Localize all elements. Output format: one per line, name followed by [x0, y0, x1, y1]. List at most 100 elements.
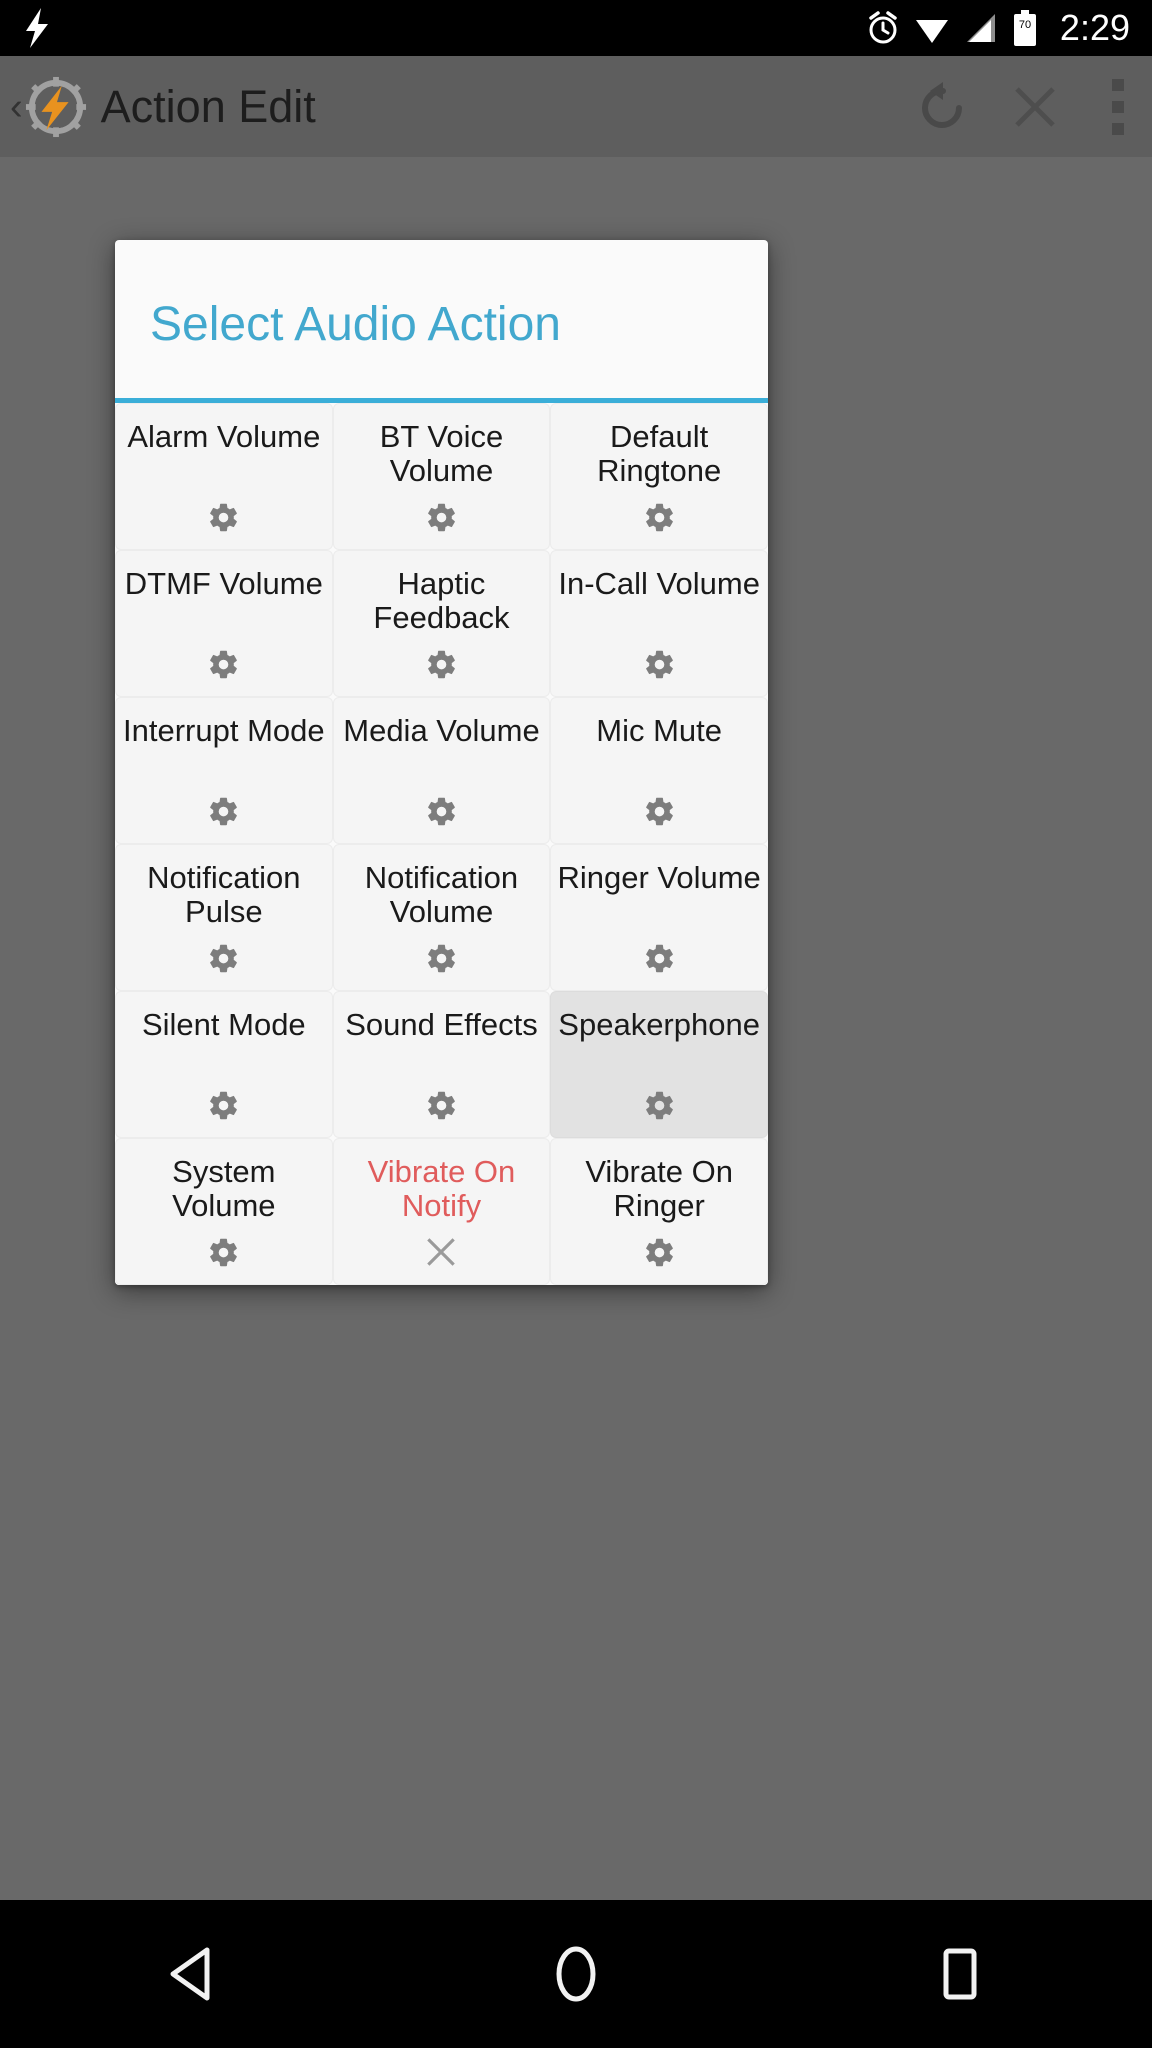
back-triangle-icon — [170, 1947, 210, 2001]
action-cell-label: Default Ringtone — [597, 419, 722, 488]
gear-icon — [428, 503, 455, 532]
signal-icon — [966, 14, 995, 42]
tasker-logo-icon[interactable] — [25, 76, 87, 138]
wifi-icon — [915, 20, 948, 43]
home-circle-icon — [556, 1946, 596, 2002]
gear-icon — [210, 1238, 238, 1267]
home-button[interactable] — [506, 1900, 646, 2048]
action-cell-vibrate-on-ringer[interactable]: Vibrate On Ringer — [550, 1138, 768, 1286]
action-cell-label: BT Voice Volume — [379, 419, 504, 488]
action-cell-label: Haptic Feedback — [373, 566, 510, 635]
gear-icon — [645, 797, 673, 826]
action-cell-label: Sound Effects — [345, 1007, 538, 1043]
action-cell-label: Alarm Volume — [127, 419, 321, 455]
status-bar-clock: 2:29 — [1059, 7, 1130, 48]
action-cell-label: Interrupt Mode — [123, 713, 325, 749]
back-button[interactable] — [122, 1900, 262, 2048]
action-cell-mic-mute[interactable]: Mic Mute — [550, 697, 768, 845]
overflow-menu-icon[interactable] — [1112, 78, 1124, 135]
action-cell-interrupt-mode[interactable]: Interrupt Mode — [115, 697, 333, 845]
gear-icon — [210, 797, 238, 826]
action-cell-icon[interactable] — [551, 644, 767, 684]
gear-icon — [428, 944, 455, 973]
device-screen: 70 2:29 ‹ Action Edit Select Audio Actio… — [0, 0, 1152, 2048]
gear-icon — [428, 650, 455, 679]
select-audio-action-dialog: Select Audio Action Alarm Volume BT Voice… — [115, 240, 768, 1286]
action-cell-icon[interactable] — [116, 1085, 332, 1125]
gear-icon — [210, 650, 238, 679]
gear-icon — [645, 944, 673, 973]
action-cell-icon[interactable] — [551, 1085, 767, 1125]
back-chevron-icon[interactable]: ‹ — [10, 88, 23, 126]
gear-icon — [428, 797, 455, 826]
action-cell-ringer-volume[interactable]: Ringer Volume — [550, 844, 768, 992]
action-cell-speakerphone[interactable]: Speakerphone — [550, 991, 768, 1139]
action-cell-in-call-volume[interactable]: In-Call Volume — [550, 550, 768, 698]
action-cell-label: Ringer Volume — [557, 860, 761, 896]
action-cell-label: Silent Mode — [141, 1007, 306, 1043]
status-bar-right: 70 2:29 — [866, 10, 1130, 46]
status-bar: 70 2:29 — [0, 0, 1152, 56]
gear-icon — [428, 1091, 455, 1120]
action-bar: ‹ Action Edit — [0, 56, 1152, 157]
action-cell-icon[interactable] — [334, 1232, 550, 1272]
action-cell-silent-mode[interactable]: Silent Mode — [115, 991, 333, 1139]
undo-icon[interactable] — [914, 78, 972, 136]
gear-icon — [645, 503, 673, 532]
action-cell-icon[interactable] — [334, 1085, 550, 1125]
action-cell-icon[interactable] — [334, 497, 550, 537]
action-cell-icon[interactable] — [116, 497, 332, 537]
system-nav-bar — [0, 1900, 1152, 2048]
close-icon — [427, 1238, 456, 1267]
action-cell-label: Vibrate On Ringer — [585, 1154, 733, 1223]
action-cell-sound-effects[interactable]: Sound Effects — [332, 991, 551, 1139]
tasker-bolt-icon — [26, 8, 48, 48]
status-bar-left — [22, 8, 866, 48]
gear-icon — [645, 650, 673, 679]
action-cell-icon[interactable] — [116, 791, 332, 831]
action-cell-icon[interactable] — [116, 644, 332, 684]
action-cell-icon[interactable] — [334, 791, 550, 831]
action-cell-alarm-volume[interactable]: Alarm Volume — [115, 403, 333, 551]
action-cell-haptic-feedback[interactable]: Haptic Feedback — [332, 550, 551, 698]
action-cell-icon[interactable] — [551, 791, 767, 831]
action-cell-label: Vibrate On Notify — [367, 1154, 516, 1223]
page-title: Action Edit — [100, 81, 316, 132]
dialog-title: Select Audio Action — [150, 298, 561, 351]
battery-level: 70 — [1019, 19, 1031, 31]
action-cell-system-volume[interactable]: System Volume — [115, 1138, 333, 1286]
alarm-icon — [869, 11, 897, 44]
action-cell-label: Media Volume — [343, 713, 540, 749]
action-cell-icon[interactable] — [334, 644, 550, 684]
action-cell-notification-volume[interactable]: Notification Volume — [332, 844, 551, 992]
action-cell-icon[interactable] — [334, 938, 550, 978]
action-cell-label: DTMF Volume — [124, 566, 323, 602]
action-cell-label: Mic Mute — [596, 713, 723, 749]
action-cell-bt-voice-volume[interactable]: BT Voice Volume — [332, 403, 551, 551]
action-cell-default-ringtone[interactable]: Default Ringtone — [550, 403, 768, 551]
gear-icon — [645, 1091, 673, 1120]
gear-icon — [210, 1091, 238, 1120]
action-cell-icon[interactable] — [116, 938, 332, 978]
action-cell-icon[interactable] — [551, 497, 767, 537]
battery-icon: 70 — [1013, 10, 1036, 46]
action-grid: Alarm Volume BT Voice Volume Default Ringt… — [115, 403, 768, 1286]
action-cell-icon[interactable] — [551, 938, 767, 978]
action-cell-label: Speakerphone — [558, 1007, 760, 1043]
action-cell-label: Notification Volume — [364, 860, 519, 929]
action-cell-label: System Volume — [172, 1154, 276, 1223]
action-cell-vibrate-on-notify[interactable]: Vibrate On Notify — [332, 1138, 551, 1286]
action-cell-label: In-Call Volume — [558, 566, 760, 602]
gear-icon — [210, 503, 238, 532]
action-cell-media-volume[interactable]: Media Volume — [332, 697, 551, 845]
recents-square-icon — [943, 1948, 977, 2000]
action-cell-label: Notification Pulse — [147, 860, 301, 929]
gear-icon — [210, 944, 238, 973]
action-cell-notification-pulse[interactable]: Notification Pulse — [115, 844, 333, 992]
recents-button[interactable] — [890, 1900, 1030, 2048]
action-cell-icon[interactable] — [551, 1232, 767, 1272]
action-cell-dtmf-volume[interactable]: DTMF Volume — [115, 550, 333, 698]
close-icon[interactable] — [1006, 78, 1064, 136]
action-cell-icon[interactable] — [116, 1232, 332, 1272]
gear-icon — [645, 1238, 673, 1267]
